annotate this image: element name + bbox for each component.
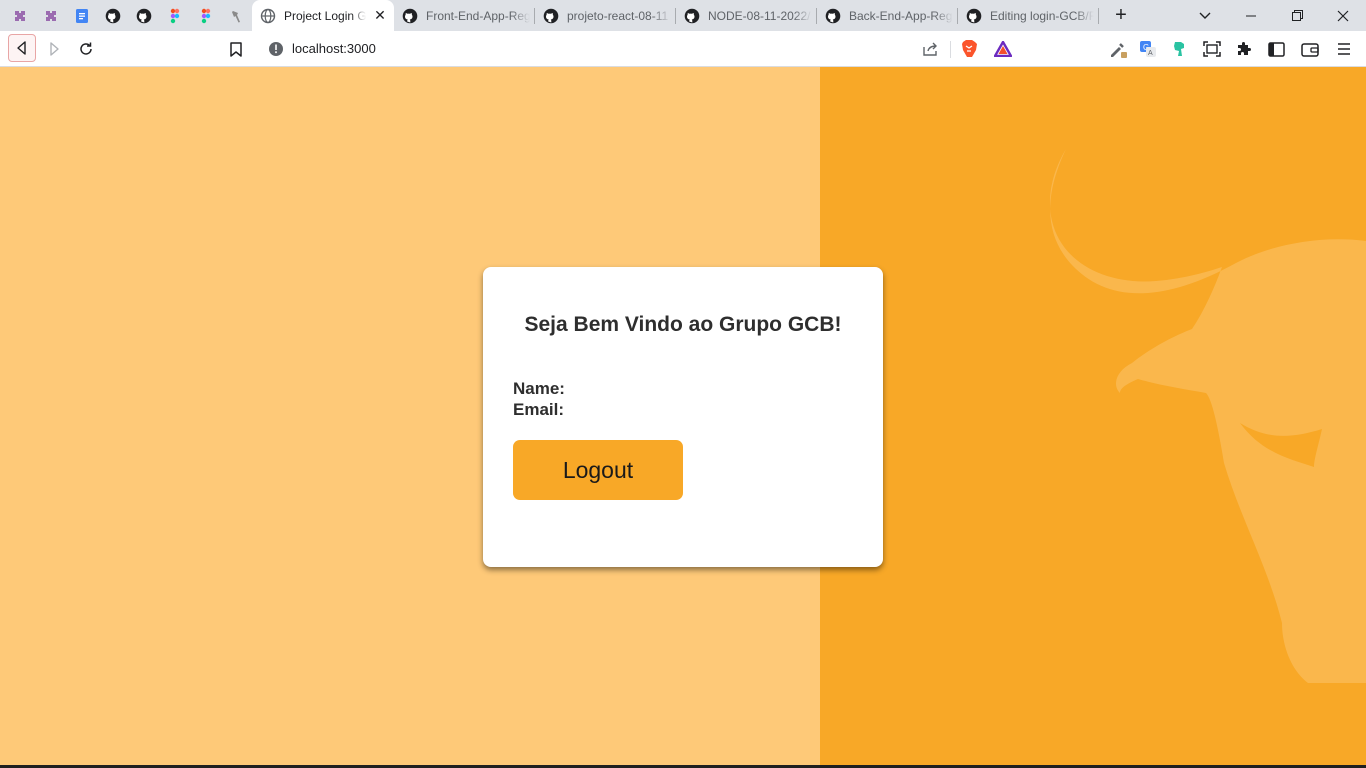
tab-back-end-app[interactable]: Back-End-App-Register [817, 0, 957, 31]
reload-button[interactable] [72, 35, 100, 63]
brave-rewards-icon[interactable] [994, 41, 1012, 57]
tab-title: Project Login GCB [284, 8, 366, 23]
welcome-card: Seja Bem Vindo ao Grupo GCB! Name: Email… [483, 267, 883, 567]
browser-toolbar: localhost:3000 GA [0, 31, 1366, 67]
address-bar-separator [950, 41, 951, 58]
address-bar[interactable]: localhost:3000 [258, 35, 1022, 63]
minimize-button[interactable] [1228, 0, 1274, 31]
pinned-tab-1[interactable] [4, 0, 35, 31]
screenshot-button[interactable] [1198, 35, 1226, 63]
url-text: localhost:3000 [292, 41, 376, 56]
pinned-tab-7[interactable] [190, 0, 221, 31]
pinned-tab-3[interactable] [66, 0, 97, 31]
user-info: Name: Email: [513, 378, 565, 420]
tab-title: projeto-react-08-11 [567, 8, 669, 23]
github-icon [684, 8, 700, 23]
minimize-icon [1246, 15, 1256, 16]
screenshot-icon [1203, 41, 1221, 57]
bookmark-hammer-icon [231, 10, 240, 22]
tab-editing-login[interactable]: Editing login-GCB/R [958, 0, 1098, 31]
github-icon [543, 8, 559, 23]
tab-search-button[interactable] [1182, 0, 1228, 31]
github-icon [402, 8, 418, 23]
forward-arrow-icon [50, 42, 59, 56]
tab-projeto-react[interactable]: projeto-react-08-11 [535, 0, 675, 31]
name-label: Name: [513, 379, 565, 398]
bookmark-button[interactable] [222, 35, 250, 63]
puzzle-icon [1238, 42, 1251, 55]
dino-icon [1174, 42, 1184, 56]
brave-shields-icon[interactable] [960, 39, 978, 59]
tab-separator [1098, 8, 1099, 24]
new-tab-button[interactable]: + [1110, 4, 1132, 26]
extension-button-2[interactable]: GA [1134, 35, 1162, 63]
pinned-tab-5[interactable] [128, 0, 159, 31]
tab-node[interactable]: NODE-08-11-2022/ [676, 0, 816, 31]
tab-project-login[interactable]: Project Login GCB ✕ [252, 0, 394, 31]
translate-icon: GA [1140, 41, 1156, 57]
github-icon [966, 8, 982, 23]
sidebar-button[interactable] [1262, 35, 1290, 63]
extension-puzzle-icon [14, 10, 25, 21]
back-button[interactable] [8, 34, 36, 62]
tab-title: Editing login-GCB/R [990, 8, 1094, 23]
bull-watermark-icon [1049, 149, 1366, 683]
tab-strip: Project Login GCB ✕ Front-End-App-Regist… [0, 0, 1366, 31]
globe-icon [260, 8, 276, 23]
extension-puzzle-icon [45, 10, 56, 21]
menu-button[interactable] [1330, 35, 1358, 63]
close-icon [1337, 10, 1349, 21]
tab-title: Back-End-App-Register [849, 8, 953, 23]
tab-front-end-app[interactable]: Front-End-App-Register [394, 0, 534, 31]
info-icon[interactable] [268, 41, 284, 57]
forward-button[interactable] [40, 35, 68, 63]
wallet-button[interactable] [1296, 35, 1324, 63]
pinned-tab-2[interactable] [35, 0, 66, 31]
chevron-down-icon [1199, 12, 1211, 19]
pinned-tab-4[interactable] [97, 0, 128, 31]
color-picker-icon [1111, 43, 1127, 58]
reload-icon [80, 42, 92, 55]
hamburger-menu-icon [1338, 43, 1350, 55]
figma-icon [201, 8, 210, 23]
restore-icon [1291, 10, 1303, 21]
logout-button[interactable]: Logout [513, 440, 683, 500]
extensions-button[interactable] [1230, 35, 1258, 63]
wallet-icon [1301, 42, 1319, 57]
pinned-tab-8[interactable] [221, 0, 252, 31]
pinned-tab-6[interactable] [159, 0, 190, 31]
tab-title: Front-End-App-Register [426, 8, 530, 23]
google-docs-icon [75, 8, 88, 23]
bookmark-icon [230, 41, 242, 57]
share-icon[interactable] [922, 41, 939, 57]
close-window-button[interactable] [1320, 0, 1366, 31]
github-icon [136, 8, 151, 23]
welcome-heading: Seja Bem Vindo ao Grupo GCB! [524, 313, 842, 336]
right-panel [820, 67, 1366, 768]
sidebar-icon [1267, 41, 1285, 57]
back-arrow-icon [17, 41, 26, 55]
page-background: Seja Bem Vindo ao Grupo GCB! Name: Email… [0, 67, 1366, 768]
email-label: Email: [513, 400, 565, 419]
figma-icon [170, 8, 179, 23]
restore-button[interactable] [1274, 0, 1320, 31]
extension-button-3[interactable] [1166, 35, 1194, 63]
tab-title: NODE-08-11-2022/ [708, 8, 811, 23]
github-icon [105, 8, 120, 23]
close-tab-icon[interactable]: ✕ [372, 7, 388, 24]
github-icon [825, 8, 841, 23]
svg-text:A: A [1148, 50, 1153, 57]
extension-button-1[interactable] [1104, 35, 1132, 63]
